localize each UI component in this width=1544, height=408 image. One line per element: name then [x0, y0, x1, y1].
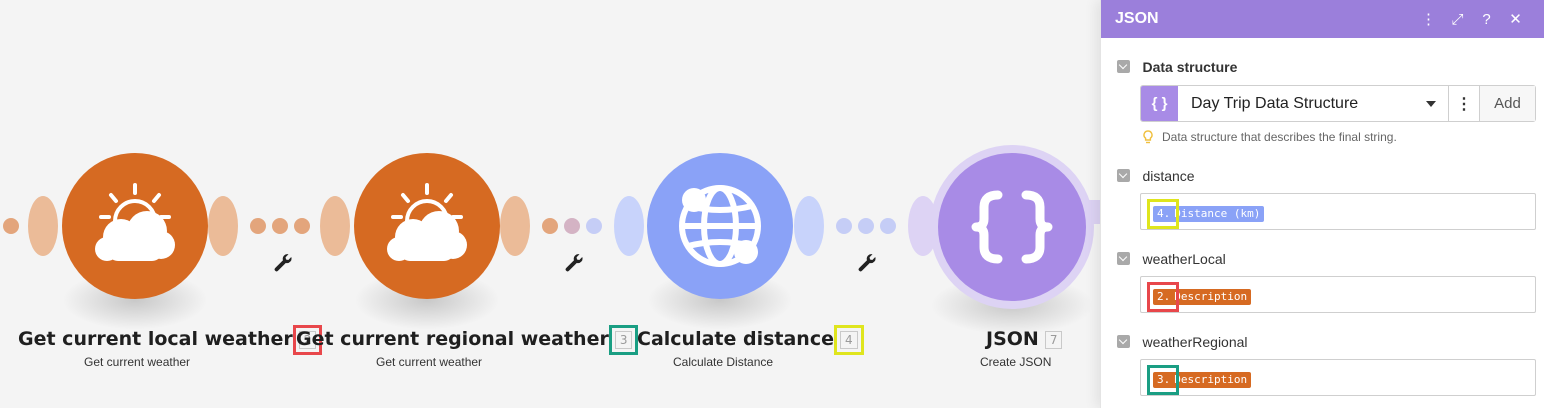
- module-calculate-distance[interactable]: [647, 153, 793, 299]
- module-title: JSON 7: [986, 328, 1063, 350]
- data-structure-hint: Data structure that describes the final …: [1142, 130, 1397, 144]
- wrench-icon[interactable]: [563, 252, 585, 274]
- module-title-text: Calculate distance: [637, 328, 834, 350]
- module-json-inner: [938, 153, 1086, 301]
- module-handle-left[interactable]: [614, 196, 644, 256]
- connector-dot: [272, 218, 288, 234]
- distance-input[interactable]: 4. Distance (km): [1140, 193, 1536, 230]
- module-handle-right[interactable]: [500, 196, 530, 256]
- field-weatherregional-header: weatherRegional: [1117, 333, 1535, 351]
- data-structure-value: Day Trip Data Structure: [1191, 94, 1359, 112]
- weather-local-input[interactable]: 2. Description: [1140, 276, 1536, 313]
- collapse-toggle[interactable]: [1117, 169, 1130, 183]
- module-json[interactable]: [930, 145, 1094, 309]
- module-handle-right[interactable]: [794, 196, 824, 256]
- module-subtitle: Get current weather: [84, 355, 191, 369]
- wrench-icon[interactable]: [856, 252, 878, 274]
- module-title: Get current local weather 2: [18, 324, 323, 355]
- scenario-canvas[interactable]: Get current local weather 2 Get current w…: [0, 0, 1102, 408]
- field-label: weatherRegional: [1142, 333, 1248, 350]
- pill-text: Distance (km): [1174, 207, 1261, 220]
- panel-header: JSON ⋮ ⤢ ? ✕: [1101, 0, 1544, 38]
- data-structure-control: { } Day Trip Data Structure ⋮ Add: [1140, 85, 1536, 122]
- field-distance-header: distance: [1117, 167, 1535, 185]
- data-structure-more-button[interactable]: ⋮: [1449, 86, 1480, 121]
- pill-text: Description: [1174, 290, 1248, 303]
- hint-text: Data structure that describes the final …: [1162, 130, 1397, 144]
- highlight-box: [1147, 365, 1179, 395]
- add-data-structure-button[interactable]: Add: [1480, 86, 1535, 121]
- mapped-value-pill[interactable]: 2. Description: [1147, 282, 1252, 312]
- connector-dot: [3, 218, 19, 234]
- module-title-text: Get current regional weather: [296, 328, 609, 350]
- data-structure-select[interactable]: Day Trip Data Structure: [1178, 86, 1449, 121]
- module-get-regional-weather[interactable]: [354, 153, 500, 299]
- highlight-box: [1147, 282, 1179, 312]
- module-title: Get current regional weather 3: [296, 324, 639, 355]
- module-get-local-weather[interactable]: [62, 153, 208, 299]
- module-handle-left[interactable]: [28, 196, 58, 256]
- connector-dot: [294, 218, 310, 234]
- module-subtitle: Get current weather: [376, 355, 483, 369]
- mapped-value-pill[interactable]: 3. Description: [1147, 365, 1252, 395]
- module-id-badge: 3: [608, 324, 639, 355]
- field-label: distance: [1142, 167, 1195, 184]
- field-label: weatherLocal: [1142, 250, 1226, 267]
- json-braces-icon: [971, 190, 1053, 264]
- field-weatherlocal-header: weatherLocal: [1117, 250, 1535, 268]
- expand-icon[interactable]: ⤢: [1443, 11, 1472, 28]
- module-subtitle: Calculate Distance: [673, 355, 774, 369]
- connector-dot: [586, 218, 602, 234]
- highlight-box: [1147, 199, 1179, 229]
- connector-dot: [564, 218, 580, 234]
- module-handle-left[interactable]: [320, 196, 350, 256]
- chevron-down-icon: [1426, 100, 1436, 107]
- panel-title: JSON: [1115, 10, 1159, 27]
- weather-sun-cloud-icon: [387, 183, 467, 261]
- module-settings-panel: JSON ⋮ ⤢ ? ✕ Data structure { } Day Trip…: [1100, 0, 1544, 408]
- pill-text: Description: [1174, 373, 1248, 386]
- module-handle-right[interactable]: [208, 196, 238, 256]
- data-structure-section: Data structure: [1117, 58, 1535, 76]
- module-id-badge: 4: [834, 324, 864, 355]
- more-vertical-icon[interactable]: ⋮: [1414, 10, 1443, 28]
- module-subtitle: Create JSON: [980, 355, 1052, 369]
- collapse-toggle[interactable]: [1117, 60, 1130, 74]
- data-structure-label: Data structure: [1142, 58, 1238, 75]
- module-id-badge: 7: [1044, 330, 1063, 349]
- lightbulb-icon: [1143, 130, 1153, 144]
- module-title-text: JSON: [986, 328, 1039, 350]
- collapse-toggle[interactable]: [1117, 252, 1130, 266]
- mapped-value-pill[interactable]: 4. Distance (km): [1147, 199, 1265, 229]
- module-title-text: Get current local weather: [18, 328, 293, 350]
- help-icon[interactable]: ?: [1472, 11, 1501, 28]
- connector-dot: [880, 218, 896, 234]
- connector-dot: [250, 218, 266, 234]
- close-icon[interactable]: ✕: [1501, 10, 1530, 28]
- json-braces-icon: { }: [1141, 86, 1178, 121]
- collapse-toggle[interactable]: [1117, 335, 1130, 349]
- module-title: Calculate distance 4: [637, 324, 864, 355]
- weather-sun-cloud-icon: [95, 183, 175, 261]
- globe-icon: [679, 185, 761, 267]
- connector-dot: [858, 218, 874, 234]
- wrench-icon[interactable]: [272, 252, 294, 274]
- connector-dot: [542, 218, 558, 234]
- weather-regional-input[interactable]: 3. Description: [1140, 359, 1536, 396]
- connector-dot: [836, 218, 852, 234]
